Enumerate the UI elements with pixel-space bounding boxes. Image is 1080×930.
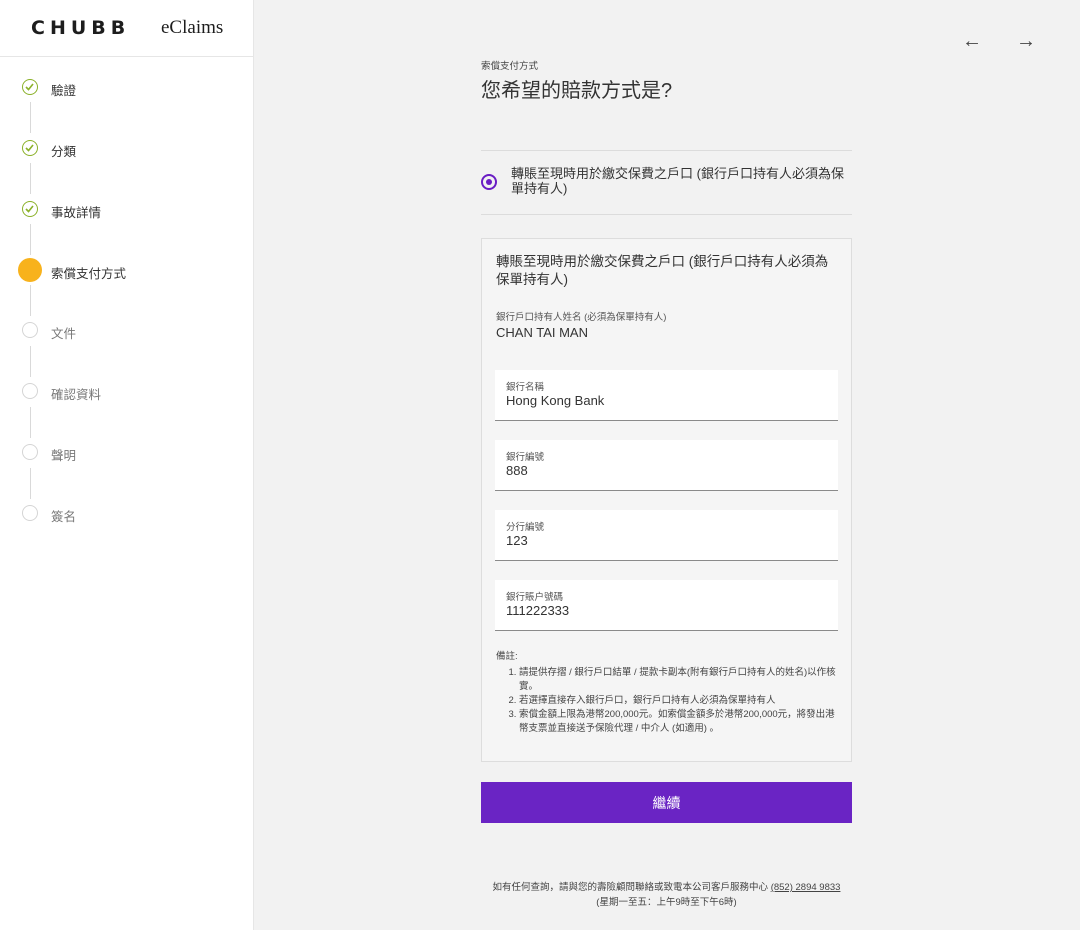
payment-option-label: 轉賬至現時用於繳交保費之戶口 (銀行戶口持有人必須為保單持有人) [511, 166, 844, 196]
pending-circle-icon [22, 322, 38, 338]
step-connector [30, 163, 31, 194]
card-title: 轉賬至現時用於繳交保費之戶口 (銀行戶口持有人必須為保單持有人) [496, 254, 829, 287]
step-connector [30, 285, 31, 316]
step-label: 確認資料 [51, 388, 102, 402]
step-label: 聲明 [51, 449, 77, 463]
holder-name-value: CHAN TAI MAN [496, 325, 588, 340]
divider [481, 150, 852, 151]
step-label: 事故詳情 [51, 206, 102, 220]
field-label: 銀行賬户號碼 [506, 592, 564, 603]
check-icon [22, 140, 38, 156]
account-number-field[interactable]: 銀行賬户號碼 [495, 580, 838, 631]
chubb-logo[interactable]: CHUBB [31, 17, 130, 39]
step-connector [30, 346, 31, 377]
sidebar: CHUBB eClaims 驗證 分類 事故詳情 索償支付方式 文件 確認資料 … [0, 0, 254, 930]
remark-item: 請提供存摺 / 銀行戶口結單 / 提款卡副本(附有銀行戶口持有人的姓名)以作核實… [519, 666, 842, 694]
step-label: 分類 [51, 145, 77, 159]
check-icon [22, 201, 38, 217]
step-label: 索償支付方式 [51, 267, 127, 281]
section-eyebrow: 索償支付方式 [481, 61, 539, 72]
field-label: 銀行名稱 [506, 382, 545, 393]
bank-code-field[interactable]: 銀行編號 [495, 440, 838, 491]
forward-arrow-icon[interactable]: → [1015, 30, 1037, 52]
pending-circle-icon [22, 383, 38, 399]
step-connector [30, 102, 31, 133]
step-signature: 簽名 [0, 498, 253, 528]
bank-code-input[interactable] [506, 463, 826, 478]
back-arrow-icon[interactable]: ← [961, 30, 983, 52]
remarks-title: 備註: [496, 651, 518, 662]
step-category[interactable]: 分類 [0, 133, 253, 163]
pending-circle-icon [22, 444, 38, 460]
page-title: 您希望的賠款方式是? [481, 80, 673, 102]
footer-hours: (星期一至五：上午9時至下午6時) [596, 897, 737, 908]
product-name: eClaims [161, 17, 224, 38]
footer-contact: 如有任何查詢，請與您的壽險顧問聯絡或致電本公司客戶服務中心 (852) 2894… [481, 880, 852, 910]
step-payment-method[interactable]: 索償支付方式 [0, 255, 253, 285]
holder-name-label: 銀行戶口持有人姓名 (必須為保單持有人) [496, 312, 667, 323]
remark-item: 索償金額上限為港幣200,000元。如索償金額多於港幣200,000元，將發出港… [519, 708, 842, 736]
step-connector [30, 468, 31, 499]
current-step-dot-icon [18, 258, 42, 282]
field-label: 銀行編號 [506, 452, 545, 463]
step-confirm: 確認資料 [0, 376, 253, 406]
step-declaration: 聲明 [0, 437, 253, 467]
step-connector [30, 407, 31, 438]
footer-text: 如有任何查詢，請與您的壽險顧問聯絡或致電本公司客戶服務中心 [492, 882, 769, 893]
step-connector [30, 224, 31, 255]
brand-header: CHUBB eClaims [0, 0, 253, 57]
payment-option-bank-transfer[interactable]: 轉賬至現時用於繳交保費之戶口 (銀行戶口持有人必須為保單持有人) [481, 164, 852, 204]
divider [481, 214, 852, 215]
continue-button[interactable]: 繼續 [481, 782, 852, 823]
remark-item: 若選擇直接存入銀行戶口，銀行戶口持有人必須為保單持有人 [519, 694, 842, 708]
step-verification[interactable]: 驗證 [0, 72, 253, 102]
field-label: 分行編號 [506, 522, 545, 533]
branch-code-field[interactable]: 分行編號 [495, 510, 838, 561]
pending-circle-icon [22, 505, 38, 521]
remarks: 備註: 請提供存摺 / 銀行戶口結單 / 提款卡副本(附有銀行戶口持有人的姓名)… [496, 650, 842, 736]
account-number-input[interactable] [506, 603, 826, 618]
check-icon [22, 79, 38, 95]
step-label: 文件 [51, 327, 77, 341]
bank-details-card: 轉賬至現時用於繳交保費之戶口 (銀行戶口持有人必須為保單持有人) 銀行戶口持有人… [481, 238, 852, 762]
step-documents: 文件 [0, 315, 253, 345]
step-label: 簽名 [51, 510, 77, 524]
step-incident-details[interactable]: 事故詳情 [0, 194, 253, 224]
bank-name-field[interactable]: 銀行名稱 [495, 370, 838, 421]
branch-code-input[interactable] [506, 533, 826, 548]
radio-selected-icon[interactable] [481, 174, 497, 190]
phone-link[interactable]: (852) 2894 9833 [771, 882, 841, 893]
step-label: 驗證 [51, 84, 77, 98]
bank-name-input[interactable] [506, 393, 826, 408]
